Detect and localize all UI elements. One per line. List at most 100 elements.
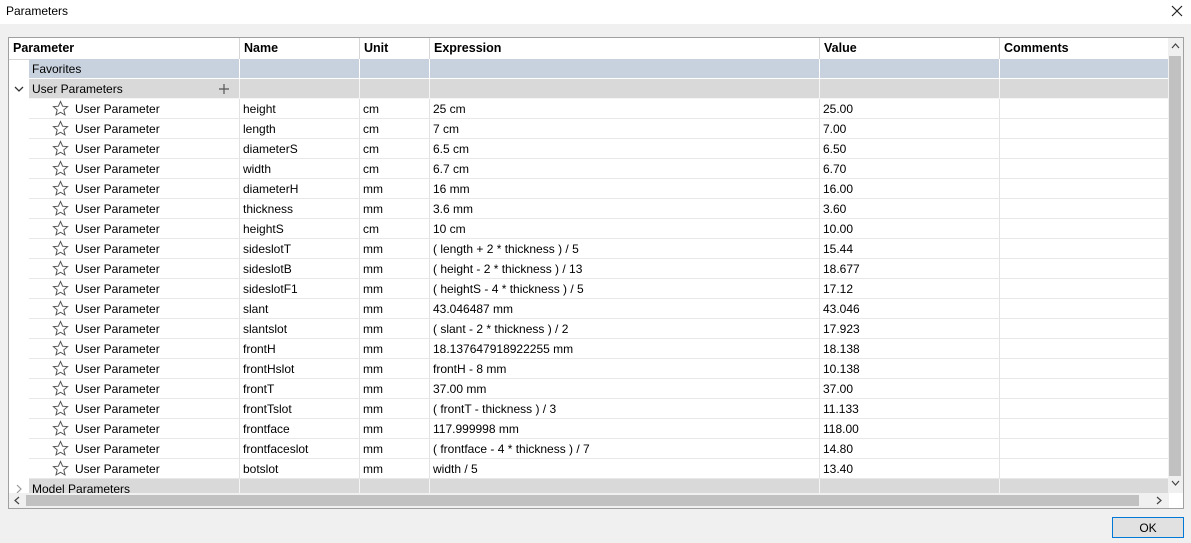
parameter-row[interactable]: User Parameter length cm 7 cm 7.00: [9, 119, 1169, 139]
column-header-parameter[interactable]: Parameter: [9, 38, 240, 59]
parameter-unit-cell[interactable]: mm: [360, 399, 430, 419]
parameter-name-cell[interactable]: sideslotB: [240, 259, 360, 279]
parameter-unit-cell[interactable]: cm: [360, 119, 430, 139]
parameter-comment-cell[interactable]: [1000, 399, 1169, 419]
parameter-comment-cell[interactable]: [1000, 99, 1169, 119]
scroll-up-icon[interactable]: [1169, 39, 1182, 56]
column-header-value[interactable]: Value: [820, 38, 1000, 59]
parameter-unit-cell[interactable]: mm: [360, 379, 430, 399]
ok-button[interactable]: OK: [1112, 517, 1184, 538]
parameter-expression-cell[interactable]: 6.7 cm: [430, 159, 820, 179]
parameter-unit-cell[interactable]: mm: [360, 279, 430, 299]
parameter-name-cell[interactable]: thickness: [240, 199, 360, 219]
parameter-comment-cell[interactable]: [1000, 299, 1169, 319]
parameter-unit-cell[interactable]: mm: [360, 459, 430, 479]
parameter-expression-cell[interactable]: 10 cm: [430, 219, 820, 239]
parameter-expression-cell[interactable]: ( frontface - 4 * thickness ) / 7: [430, 439, 820, 459]
parameter-name-cell[interactable]: frontTslot: [240, 399, 360, 419]
parameter-row[interactable]: User Parameter frontTslot mm( frontT - thi…: [9, 399, 1169, 419]
parameter-expression-cell[interactable]: 37.00 mm: [430, 379, 820, 399]
parameter-expression-cell[interactable]: 7 cm: [430, 119, 820, 139]
user-parameters-group-row[interactable]: User Parameters: [9, 79, 1169, 99]
parameter-unit-cell[interactable]: mm: [360, 179, 430, 199]
parameter-row[interactable]: User Parameter heightS cm 10 cm 10.00: [9, 219, 1169, 239]
parameter-row[interactable]: User Parameter slantslot mm( slant - 2 * t…: [9, 319, 1169, 339]
parameter-expression-cell[interactable]: 25 cm: [430, 99, 820, 119]
scroll-right-icon[interactable]: [1152, 494, 1165, 508]
parameter-comment-cell[interactable]: [1000, 219, 1169, 239]
vertical-scroll-thumb[interactable]: [1169, 56, 1181, 476]
scroll-left-icon[interactable]: [11, 494, 24, 508]
horizontal-scrollbar[interactable]: [9, 493, 1169, 508]
parameter-name-cell[interactable]: slant: [240, 299, 360, 319]
parameter-comment-cell[interactable]: [1000, 339, 1169, 359]
parameter-row[interactable]: User Parameter sideslotB mm( height - 2 * …: [9, 259, 1169, 279]
parameter-name-cell[interactable]: slantslot: [240, 319, 360, 339]
parameter-name-cell[interactable]: frontH: [240, 339, 360, 359]
parameter-expression-cell[interactable]: 3.6 mm: [430, 199, 820, 219]
parameter-row[interactable]: User Parameter frontHslot mm frontH - 8 mm 1…: [9, 359, 1169, 379]
parameter-comment-cell[interactable]: [1000, 199, 1169, 219]
parameter-row[interactable]: User Parameter botslot mm width / 5 13.40: [9, 459, 1169, 479]
parameter-name-cell[interactable]: frontHslot: [240, 359, 360, 379]
parameter-name-cell[interactable]: sideslotF1: [240, 279, 360, 299]
column-header-name[interactable]: Name: [240, 38, 360, 59]
parameter-name-cell[interactable]: botslot: [240, 459, 360, 479]
parameter-unit-cell[interactable]: mm: [360, 259, 430, 279]
parameter-name-cell[interactable]: diameterS: [240, 139, 360, 159]
parameter-name-cell[interactable]: length: [240, 119, 360, 139]
parameter-row[interactable]: User Parameter sideslotF1 mm( heightS - 4 …: [9, 279, 1169, 299]
parameter-expression-cell[interactable]: ( slant - 2 * thickness ) / 2: [430, 319, 820, 339]
parameter-comment-cell[interactable]: [1000, 239, 1169, 259]
parameter-unit-cell[interactable]: cm: [360, 99, 430, 119]
parameter-comment-cell[interactable]: [1000, 439, 1169, 459]
parameter-row[interactable]: User Parameter frontT mm 37.00 mm 37.00: [9, 379, 1169, 399]
parameter-row[interactable]: User Parameter frontfaceslot mm( frontface…: [9, 439, 1169, 459]
parameter-unit-cell[interactable]: mm: [360, 339, 430, 359]
parameter-comment-cell[interactable]: [1000, 119, 1169, 139]
vertical-scrollbar[interactable]: [1168, 38, 1183, 493]
parameter-comment-cell[interactable]: [1000, 459, 1169, 479]
parameter-comment-cell[interactable]: [1000, 379, 1169, 399]
parameter-unit-cell[interactable]: mm: [360, 439, 430, 459]
parameter-expression-cell[interactable]: 6.5 cm: [430, 139, 820, 159]
parameter-unit-cell[interactable]: mm: [360, 299, 430, 319]
parameter-expression-cell[interactable]: ( length + 2 * thickness ) / 5: [430, 239, 820, 259]
parameter-comment-cell[interactable]: [1000, 419, 1169, 439]
close-icon[interactable]: [1169, 1, 1185, 21]
parameter-unit-cell[interactable]: mm: [360, 319, 430, 339]
parameter-unit-cell[interactable]: mm: [360, 239, 430, 259]
parameter-unit-cell[interactable]: mm: [360, 199, 430, 219]
parameter-row[interactable]: User Parameter diameterS cm 6.5 cm 6.50: [9, 139, 1169, 159]
parameter-row[interactable]: User Parameter height cm 25 cm 25.00: [9, 99, 1169, 119]
parameter-row[interactable]: User Parameter thickness mm 3.6 mm 3.60: [9, 199, 1169, 219]
parameter-name-cell[interactable]: height: [240, 99, 360, 119]
parameter-name-cell[interactable]: frontT: [240, 379, 360, 399]
parameter-expression-cell[interactable]: ( frontT - thickness ) / 3: [430, 399, 820, 419]
parameter-name-cell[interactable]: sideslotT: [240, 239, 360, 259]
parameter-comment-cell[interactable]: [1000, 319, 1169, 339]
parameter-name-cell[interactable]: width: [240, 159, 360, 179]
parameter-comment-cell[interactable]: [1000, 179, 1169, 199]
column-header-unit[interactable]: Unit: [360, 38, 430, 59]
chevron-down-icon[interactable]: [12, 81, 26, 97]
column-header-expression[interactable]: Expression: [430, 38, 820, 59]
parameter-name-cell[interactable]: frontfaceslot: [240, 439, 360, 459]
parameter-name-cell[interactable]: frontface: [240, 419, 360, 439]
parameter-expression-cell[interactable]: 16 mm: [430, 179, 820, 199]
add-parameter-plus-icon[interactable]: [217, 82, 231, 96]
parameter-row[interactable]: User Parameter diameterH mm 16 mm 16.00: [9, 179, 1169, 199]
parameter-row[interactable]: User Parameter frontface mm 117.999998 mm 11…: [9, 419, 1169, 439]
parameter-row[interactable]: User Parameter sideslotT mm( length + 2 * …: [9, 239, 1169, 259]
parameter-unit-cell[interactable]: mm: [360, 419, 430, 439]
parameter-expression-cell[interactable]: 117.999998 mm: [430, 419, 820, 439]
parameter-comment-cell[interactable]: [1000, 139, 1169, 159]
parameter-expression-cell[interactable]: frontH - 8 mm: [430, 359, 820, 379]
parameter-expression-cell[interactable]: 18.137647918922255 mm: [430, 339, 820, 359]
parameter-expression-cell[interactable]: width / 5: [430, 459, 820, 479]
favorites-group-row[interactable]: Favorites: [9, 59, 1169, 79]
parameter-row[interactable]: User Parameter frontH mm 18.137647918922255…: [9, 339, 1169, 359]
parameter-expression-cell[interactable]: 43.046487 mm: [430, 299, 820, 319]
scroll-down-icon[interactable]: [1169, 476, 1182, 493]
parameter-unit-cell[interactable]: mm: [360, 359, 430, 379]
